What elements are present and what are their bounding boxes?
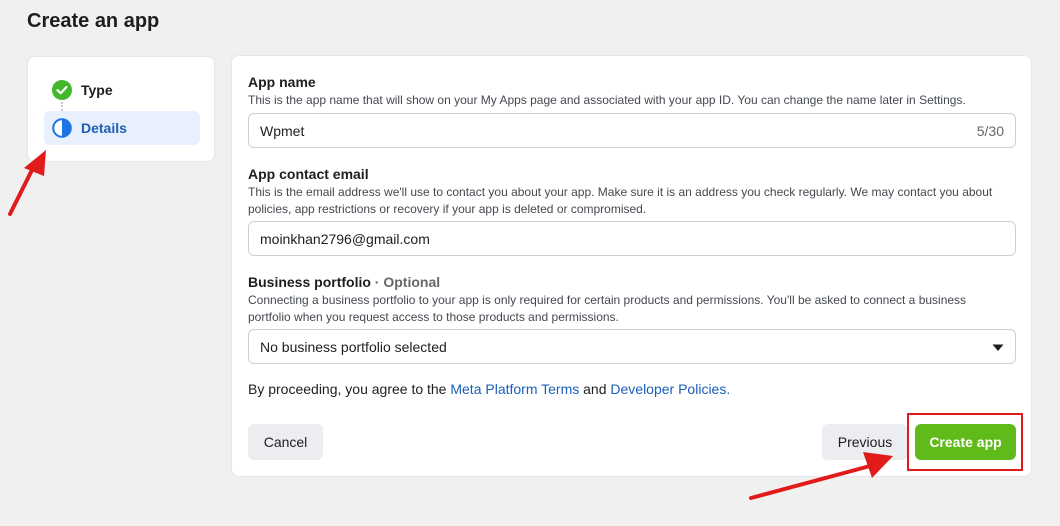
- business-portfolio-help: Connecting a business portfolio to your …: [248, 293, 967, 324]
- terms-prefix: By proceeding, you agree to the: [248, 381, 451, 397]
- caret-down-icon: [992, 339, 1004, 355]
- business-portfolio-select[interactable]: No business portfolio selected: [248, 329, 1016, 364]
- business-portfolio-label-text: Business portfolio: [248, 274, 371, 290]
- terms-middle: and: [579, 381, 611, 397]
- app-name-help: This is the app name that will show on y…: [248, 93, 966, 107]
- annotation-arrow-icon: [8, 150, 46, 216]
- app-name-input[interactable]: Wpmet 5/30: [248, 113, 1016, 148]
- check-circle-icon: [52, 80, 72, 100]
- optional-tag: · Optional: [370, 274, 441, 290]
- step-type-label: Type: [81, 82, 113, 98]
- terms-text: By proceeding, you agree to the Meta Pla…: [248, 381, 730, 397]
- half-circle-icon: [52, 118, 72, 138]
- contact-email-value: moinkhan2796@gmail.com: [260, 230, 430, 247]
- app-name-value: Wpmet: [260, 122, 305, 139]
- create-app-highlight-box: [907, 413, 1023, 471]
- cancel-button[interactable]: Cancel: [248, 424, 323, 460]
- step-type[interactable]: Type: [44, 73, 200, 107]
- business-portfolio-value: No business portfolio selected: [260, 338, 447, 355]
- contact-email-help: This is the email address we'll use to c…: [248, 185, 993, 216]
- contact-email-input[interactable]: moinkhan2796@gmail.com: [248, 221, 1016, 256]
- meta-platform-terms-link[interactable]: Meta Platform Terms: [450, 381, 579, 397]
- developer-policies-link[interactable]: Developer Policies.: [610, 381, 730, 397]
- app-name-counter: 5/30: [976, 122, 1004, 139]
- app-name-label: App name: [248, 74, 316, 90]
- step-details[interactable]: Details: [44, 111, 200, 145]
- business-portfolio-label: Business portfolio · Optional: [248, 274, 440, 290]
- page-title: Create an app: [27, 10, 160, 32]
- step-details-label: Details: [81, 120, 127, 136]
- contact-email-label: App contact email: [248, 166, 369, 182]
- annotation-arrow-icon: [749, 452, 893, 500]
